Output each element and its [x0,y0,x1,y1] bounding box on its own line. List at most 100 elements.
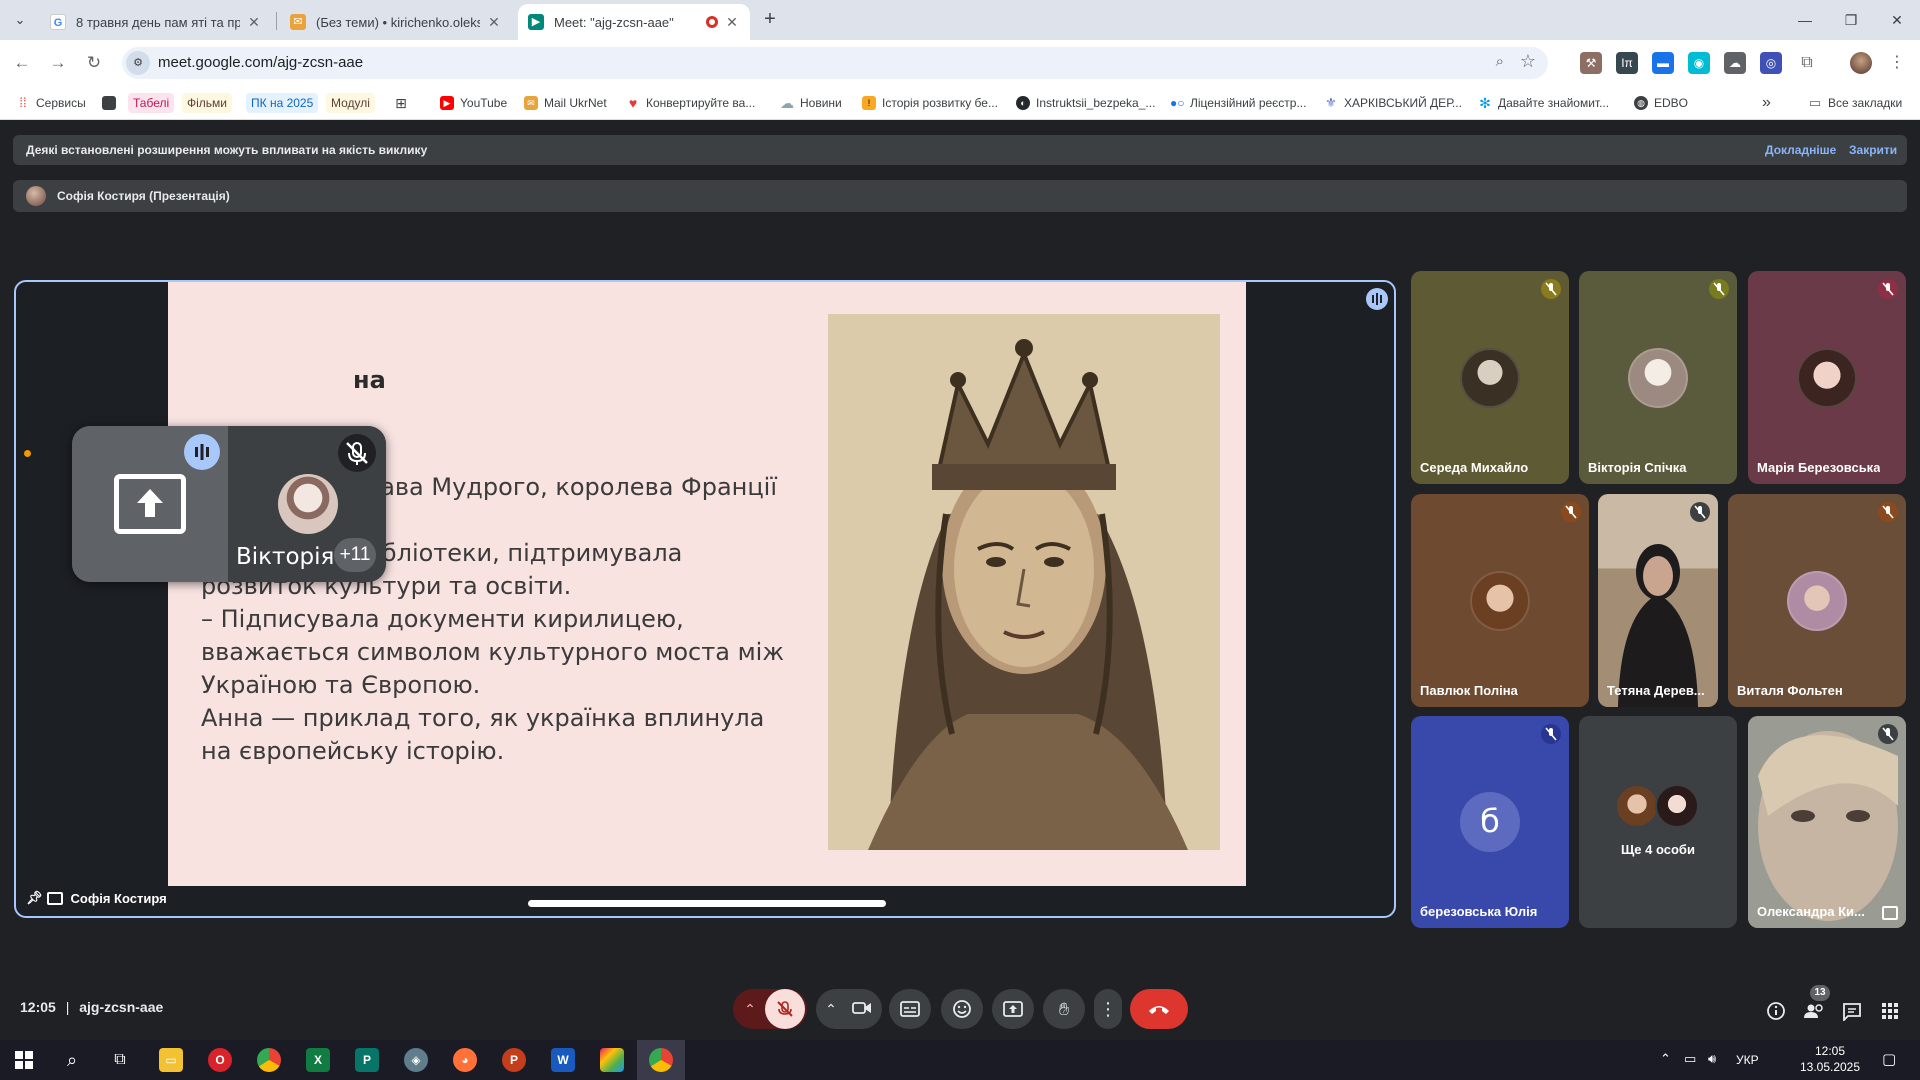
camera-options-chevron-icon[interactable]: ⌃ [818,1001,844,1018]
present-button[interactable] [992,989,1034,1029]
bookmark-square[interactable] [102,93,122,113]
people-button[interactable]: 13 [1800,985,1830,1025]
extension-icon[interactable]: Iπ [1616,52,1638,74]
mic-toggle-button[interactable] [765,989,805,1029]
participant-tile[interactable]: б березовська Юлія [1411,716,1569,928]
bookmark-news[interactable]: ☁ Новини [780,93,842,113]
leave-call-button[interactable] [1130,989,1188,1029]
site-info-icon[interactable]: ⚙ [126,51,150,75]
all-bookmarks[interactable]: ▭ Все закладки [1808,93,1902,113]
presentation-stage[interactable]: на – Дочка Ярослава Мудрого, королева Фр… [14,280,1396,918]
close-tab-icon[interactable]: ✕ [246,14,262,31]
taskbar-chrome-active[interactable] [637,1040,685,1080]
separator: | [65,999,70,1015]
participant-tile[interactable]: Виталя Фольтен [1728,494,1906,707]
close-window-button[interactable]: ✕ [1874,0,1920,40]
extension-icon[interactable]: ◉ [1688,52,1710,74]
zoom-icon[interactable]: ⌕ [1496,53,1504,70]
bookmark-edbo[interactable]: ◍ EDBO [1634,93,1688,113]
volume-icon[interactable]: 🔊︎ [1708,1051,1716,1067]
new-tab-button[interactable]: + [758,8,782,32]
close-tab-icon[interactable]: ✕ [486,14,502,31]
tab-search-button[interactable]: ⌄ [8,8,32,32]
extension-icon[interactable]: ⚒ [1580,52,1602,74]
participant-tile[interactable]: Вікторія Спічка [1579,271,1737,484]
close-tab-icon[interactable]: ✕ [724,14,740,31]
meeting-details-button[interactable] [1762,997,1790,1025]
forward-button[interactable]: → [44,49,72,77]
network-icon[interactable]: ▭ [1684,1051,1696,1067]
bookmark-history[interactable]: ! Історія розвитку бе... [862,93,998,113]
bookmark-modules[interactable]: Модулі [326,93,375,113]
bookmark-license[interactable]: ●○ Ліцензійний реєстр... [1170,93,1306,113]
bookmarks-overflow[interactable]: » [1762,93,1771,113]
task-view-button[interactable]: ⧉ [96,1040,144,1080]
slide-scrollbar[interactable] [528,900,886,907]
tab-meet[interactable]: ▶ Meet: "ajg-zcsn-aae" ✕ [518,4,750,40]
bookmark-star-icon[interactable]: ☆ [1520,51,1536,72]
puzzle-icon[interactable]: ⧉ [1796,52,1818,74]
camera-toggle-button[interactable] [844,1001,880,1018]
bookmark-kharkiv[interactable]: ⚜ ХАРКІВСЬКИЙ ДЕР... [1324,93,1462,113]
more-participants-tile[interactable]: Ще 4 особи [1579,716,1737,928]
tab-mail[interactable]: ✉ (Без теми) • kirichenko.oleksan ✕ [280,4,512,40]
restore-button[interactable]: ❐ [1828,0,1874,40]
more-participants-count[interactable]: +11 [334,538,376,572]
bookmark-youtube[interactable]: ▶ YouTube [440,93,507,113]
participant-tile[interactable]: Марія Березовська [1748,271,1906,484]
taskbar-firefox[interactable]: ◕ [441,1040,489,1080]
extension-icon[interactable]: ▬ [1652,52,1674,74]
mic-options-chevron-icon[interactable]: ⌃ [735,1001,765,1018]
bookmark-pk2025[interactable]: ПК на 2025 [246,93,319,113]
menu-icon[interactable]: ⋮ [1886,52,1908,74]
minimize-button[interactable]: — [1782,0,1828,40]
bookmark-instruktsii[interactable]: ◐ Instruktsii_bezpeka_... [1016,93,1155,113]
taskbar-opera[interactable]: O [196,1040,244,1080]
taskbar-excel[interactable]: X [294,1040,342,1080]
bookmark-convert[interactable]: ♥ Конвертируйте ва... [626,93,756,113]
emoji-button[interactable] [941,989,983,1029]
activities-button[interactable] [1876,997,1904,1025]
taskbar-app[interactable]: ◈ [392,1040,440,1080]
participant-video-tile[interactable]: Тетяна Дерев... [1598,494,1718,707]
taskbar-publisher[interactable]: P [343,1040,391,1080]
bookmark-label: Instruktsii_bezpeka_... [1036,96,1156,110]
tab-title: Meet: "ajg-zcsn-aae" [554,14,674,30]
bookmark-mail-ukrnet[interactable]: ✉ Mail UkrNet [524,93,607,113]
language-indicator[interactable]: УКР [1736,1053,1759,1067]
bookmark-services[interactable]: ⁞⁞ Сервисы [16,93,85,113]
learn-more-link[interactable]: Докладніше [1765,143,1836,157]
tray-expand-icon[interactable]: ⌃ [1660,1051,1671,1067]
taskbar-powerpoint[interactable]: P [490,1040,538,1080]
tab-google-doc[interactable]: G 8 травня день пам яті та прим ✕ [40,4,272,40]
raise-hand-button[interactable]: ✋︎ [1043,989,1085,1029]
extension-icon[interactable]: ☁ [1724,52,1746,74]
captions-button[interactable] [889,989,931,1029]
participant-video-tile[interactable]: Олександра Ки... [1748,716,1906,928]
bookmark-films[interactable]: Фільми [182,93,232,113]
taskbar-explorer[interactable]: ▭ [147,1040,195,1080]
participant-tile[interactable]: Середа Михайло [1411,271,1569,484]
mail-icon: ✉ [290,14,306,30]
profile-avatar[interactable] [1850,52,1872,74]
close-banner-link[interactable]: Закрити [1849,143,1897,157]
bookmark-grid[interactable]: ⊞ [394,93,414,113]
start-button[interactable] [0,1040,48,1080]
chat-button[interactable] [1838,997,1866,1025]
search-button[interactable]: ⌕ [48,1040,96,1080]
taskbar-word[interactable]: W [539,1040,587,1080]
extension-icon[interactable]: ◎ [1760,52,1782,74]
clock[interactable]: 12:05 13.05.2025 [1790,1044,1870,1074]
bookmark-meet-us[interactable]: ✻ Давайте знайомит... [1478,93,1609,113]
reload-button[interactable]: ↻ [80,49,108,77]
taskbar-chrome[interactable] [245,1040,293,1080]
pin-icon[interactable]: 📌︎ [26,890,43,906]
back-button[interactable]: ← [8,49,36,77]
floating-presenter-overlay[interactable]: Вікторія +11 [72,426,386,582]
notifications-icon[interactable]: ▢ [1882,1050,1896,1068]
taskbar-paint[interactable] [588,1040,636,1080]
address-bar[interactable]: ⚙ meet.google.com/ajg-zcsn-aae ⌕ ☆ [122,47,1548,79]
participant-tile[interactable]: Павлюк Поліна [1411,494,1589,707]
bookmark-tabeli[interactable]: Табелі [128,93,175,113]
more-options-button[interactable]: ⋮ [1094,989,1122,1029]
